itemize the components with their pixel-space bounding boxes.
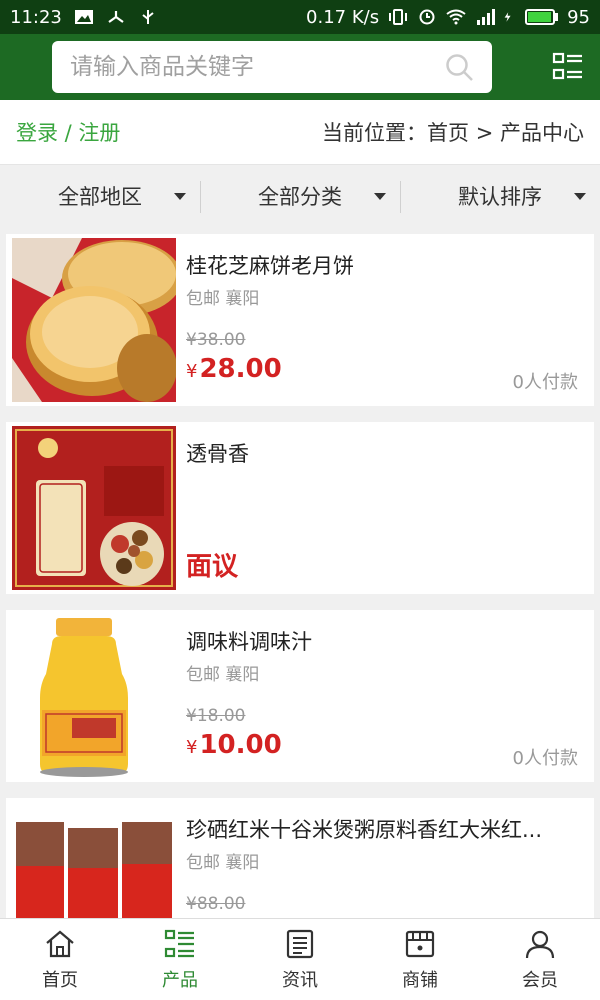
currency-symbol: ¥ xyxy=(186,361,198,382)
filter-region-label: 全部地区 xyxy=(58,184,142,209)
product-image-spice-package[interactable] xyxy=(12,426,176,590)
filter-category-label: 全部分类 xyxy=(258,184,342,209)
product-card[interactable]: 调味料调味汁 包邮 襄阳 ¥18.00 ¥10.00 0人付款 xyxy=(6,610,594,782)
filter-bar: 全部地区 全部分类 默认排序 xyxy=(0,164,600,226)
paid-count: 0人付款 xyxy=(512,748,578,769)
product-name[interactable]: 桂花芝麻饼老月饼 xyxy=(186,250,576,280)
product-meta: 包邮 襄阳 xyxy=(186,853,260,873)
product-card[interactable]: 透骨香 面议 xyxy=(6,422,594,594)
filter-region[interactable]: 全部地区 xyxy=(0,165,200,226)
usb-icon xyxy=(142,10,154,24)
wifi-icon xyxy=(446,9,466,25)
product-list: 桂花芝麻饼老月饼 包邮 襄阳 ¥38.00 ¥28.00 0人付款 透骨香 面议 xyxy=(6,234,594,986)
bottom-tab-bar: 首页 产品 资讯 商铺 会员 xyxy=(0,918,600,1000)
product-image-mooncake[interactable] xyxy=(12,238,176,402)
home-icon xyxy=(46,930,74,957)
currency-symbol: ¥ xyxy=(186,737,198,758)
status-bar: 11:23 0.17 K/s 95 xyxy=(0,0,600,34)
caret-down-icon xyxy=(574,193,586,200)
price-value: 28.00 xyxy=(199,354,282,384)
search-icon[interactable] xyxy=(444,52,474,82)
tab-home-label: 首页 xyxy=(42,969,78,991)
paid-count: 0人付款 xyxy=(512,372,578,393)
original-price: ¥18.00 xyxy=(186,706,246,726)
original-price: ¥38.00 xyxy=(186,330,246,350)
alarm-icon xyxy=(419,9,435,25)
search-box[interactable] xyxy=(52,41,492,93)
breadcrumb: 当前位置：首页 > 产品中心 xyxy=(322,121,584,145)
category-menu-icon[interactable] xyxy=(552,51,584,83)
current-price: ¥28.00 xyxy=(186,354,282,384)
battery-icon xyxy=(525,9,559,25)
tab-member[interactable]: 会员 xyxy=(480,919,600,1000)
original-price: ¥88.00 xyxy=(186,894,246,914)
product-name[interactable]: 透骨香 xyxy=(186,438,576,468)
news-icon xyxy=(286,929,314,958)
shop-icon xyxy=(405,930,435,957)
tab-shops[interactable]: 商铺 xyxy=(360,919,480,1000)
product-meta: 包邮 襄阳 xyxy=(186,665,260,685)
status-time: 11:23 xyxy=(10,6,62,28)
tab-shops-label: 商铺 xyxy=(402,969,438,991)
current-price: ¥10.00 xyxy=(186,730,282,760)
tab-products-label: 产品 xyxy=(162,969,198,991)
user-icon xyxy=(525,930,555,958)
product-image-sauce-bottle[interactable] xyxy=(12,614,176,778)
caret-down-icon xyxy=(374,193,386,200)
tab-news[interactable]: 资讯 xyxy=(240,919,360,1000)
product-list-icon xyxy=(164,929,194,957)
product-meta: 包邮 襄阳 xyxy=(186,289,260,309)
share-icon xyxy=(108,11,124,23)
product-name[interactable]: 珍硒红米十谷米煲粥原料香红大米红... xyxy=(186,814,576,844)
charging-icon xyxy=(504,12,511,22)
picture-icon xyxy=(74,10,93,24)
network-speed: 0.17 K/s xyxy=(306,6,380,28)
product-name[interactable]: 调味料调味汁 xyxy=(186,626,576,656)
caret-down-icon xyxy=(174,193,186,200)
tab-member-label: 会员 xyxy=(522,969,558,991)
signal-icon xyxy=(477,9,496,25)
filter-sort[interactable]: 默认排序 xyxy=(400,165,600,226)
tab-home[interactable]: 首页 xyxy=(0,919,120,1000)
vibrate-icon xyxy=(389,9,408,25)
product-card[interactable]: 桂花芝麻饼老月饼 包邮 襄阳 ¥38.00 ¥28.00 0人付款 xyxy=(6,234,594,406)
price-value: 10.00 xyxy=(199,730,282,760)
filter-sort-label: 默认排序 xyxy=(458,184,542,209)
login-register-link[interactable]: 登录 / 注册 xyxy=(16,117,120,147)
tab-news-label: 资讯 xyxy=(282,969,318,991)
tab-products[interactable]: 产品 xyxy=(120,919,240,1000)
negotiable-price: 面议 xyxy=(186,552,239,582)
breadcrumb-row: 登录 / 注册 当前位置：首页 > 产品中心 xyxy=(0,100,600,164)
battery-level: 95 xyxy=(567,6,590,28)
filter-category[interactable]: 全部分类 xyxy=(200,165,400,226)
search-input[interactable] xyxy=(70,54,444,80)
header xyxy=(0,34,600,100)
